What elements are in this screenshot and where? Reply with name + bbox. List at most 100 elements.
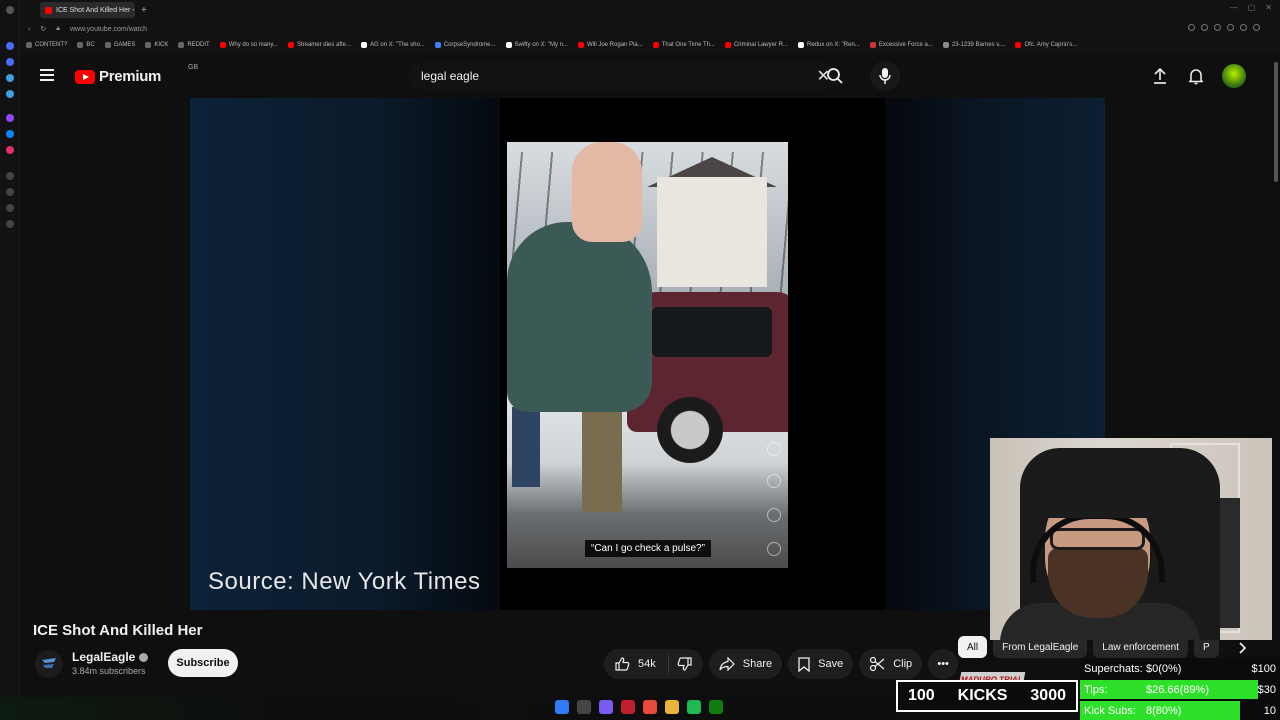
sidebar-app-icon[interactable] [6, 58, 14, 66]
streamer-webcam [990, 438, 1272, 640]
like-count[interactable]: 54k [638, 658, 656, 670]
chips-next-button[interactable] [1232, 638, 1252, 658]
extension-icon[interactable] [1201, 24, 1208, 31]
file-explorer-icon[interactable] [665, 700, 679, 714]
video-caption: “Can I go check a pulse?” [585, 540, 711, 557]
bookmark-item[interactable]: Why do so many... [219, 42, 278, 48]
bookmark-item[interactable]: KICK [145, 42, 168, 48]
sidebar-app-icon[interactable] [6, 42, 14, 50]
kicks-current: 100 [908, 687, 935, 704]
extension-icon[interactable] [1214, 24, 1221, 31]
xbox-icon[interactable] [709, 700, 723, 714]
chip-all[interactable]: All [958, 636, 988, 658]
youtube-logo[interactable]: Premium GB [75, 64, 198, 85]
donation-goals: Superchats: $0(0%) $100 Tips: $26.66(89%… [1080, 658, 1280, 720]
spotify-icon[interactable] [687, 700, 701, 714]
more-actions-button[interactable]: ••• [928, 649, 959, 679]
tips-goal: Tips: $26.66(89%) $30 [1080, 679, 1280, 700]
dislike-icon[interactable] [677, 656, 693, 672]
embedded-video-clip [507, 142, 788, 568]
video-player[interactable]: “Can I go check a pulse?” Source: New Yo… [190, 98, 1105, 610]
sidebar-app-icon[interactable] [6, 188, 14, 196]
bookmark-item[interactable]: Ofc. Amy Caprio's... [1015, 42, 1077, 48]
source-overlay: Source: New York Times [208, 568, 481, 595]
account-avatar[interactable] [1222, 64, 1246, 88]
bookmark-item[interactable]: Redux on X: "Ren... [797, 42, 860, 48]
video-actions: 54k Share Save Clip ••• [604, 649, 959, 679]
subscribe-button[interactable]: Subscribe [168, 649, 238, 677]
bookmark-item[interactable]: That One Time Th... [652, 42, 715, 48]
share-button[interactable]: Share [708, 649, 783, 679]
bookmark-item[interactable]: CONTENT? [26, 42, 67, 48]
bookmark-item[interactable]: AG on X: "The sho... [361, 42, 425, 48]
search-icon[interactable] [577, 700, 591, 714]
like-dislike-group: 54k [604, 649, 703, 679]
search-input[interactable]: legal eagle ✕ [408, 62, 838, 90]
instagram-icon[interactable] [6, 146, 14, 154]
upload-icon[interactable] [1150, 66, 1170, 86]
expand-icon [767, 442, 781, 456]
logo-text: Premium [99, 68, 162, 85]
sidebar-app-icon[interactable] [6, 90, 14, 98]
opera-gx-icon[interactable] [621, 700, 635, 714]
volume-icon [767, 474, 781, 488]
bookmark-item[interactable]: REDDIT [178, 42, 210, 48]
bookmark-item[interactable]: BC [77, 42, 95, 48]
notifications-bell-icon[interactable] [1186, 66, 1206, 86]
lock-icon: 🔒︎ [56, 25, 60, 32]
search-button[interactable] [820, 64, 850, 88]
start-icon[interactable] [555, 700, 569, 714]
tips-value: $26.66(89%) [1146, 683, 1209, 696]
clip-button[interactable]: Clip [859, 649, 923, 679]
close-window-icon[interactable]: ✕ [1265, 3, 1272, 12]
bookmark-item[interactable]: Swifty on X: "My n... [505, 42, 568, 48]
channel-avatar[interactable] [35, 650, 63, 678]
back-icon[interactable]: ‹ [28, 26, 30, 33]
chrome-icon[interactable] [643, 700, 657, 714]
minimize-icon[interactable]: — [1230, 3, 1238, 12]
new-tab-button[interactable]: + [141, 5, 147, 16]
voice-search-button[interactable] [870, 61, 900, 91]
twitch-icon[interactable] [6, 114, 14, 122]
messenger-icon[interactable] [6, 130, 14, 138]
superchats-value: $0(0%) [1146, 662, 1182, 675]
bookmark-item[interactable]: Streamer dies afte... [287, 42, 351, 48]
more-icon: ••• [937, 658, 949, 670]
captions-icon [767, 542, 781, 556]
bookmark-icon [798, 656, 810, 672]
menu-icon[interactable] [40, 69, 54, 81]
maximize-icon[interactable]: ▢ [1248, 3, 1256, 12]
tab-title: ICE Shot And Killed Her - [56, 6, 135, 14]
extension-icon[interactable] [1253, 24, 1260, 31]
channel-name[interactable]: LegalEagle [72, 650, 149, 664]
extension-icon[interactable] [1240, 24, 1247, 31]
bookmark-item[interactable]: Excessive Force a... [869, 42, 933, 48]
page-scrollbar[interactable] [1274, 62, 1278, 182]
sidebar-app-icon[interactable] [6, 220, 14, 228]
scissors-icon [870, 656, 885, 672]
sidebar-app-icon[interactable] [6, 204, 14, 212]
bookmark-item[interactable]: CorpseSyndrome... [434, 42, 496, 48]
browser-menu-icon[interactable] [6, 6, 14, 14]
region-code: GB [188, 64, 199, 71]
extension-icon[interactable] [1188, 24, 1195, 31]
url-field[interactable]: www.youtube.com/watch [70, 26, 147, 33]
browser-tab[interactable]: ICE Shot And Killed Her - [40, 2, 135, 18]
tab-bar: ICE Shot And Killed Her - + — ▢ ✕ [20, 0, 1280, 20]
taskbar-icons [555, 700, 723, 714]
discord-icon[interactable] [599, 700, 613, 714]
extension-icon[interactable] [1227, 24, 1234, 31]
superchats-label: Superchats: [1084, 662, 1143, 675]
reload-icon[interactable]: ↻ [40, 25, 46, 33]
like-icon[interactable] [614, 656, 630, 672]
bookmark-item[interactable]: Will Joe Rogan Pla... [578, 42, 643, 48]
tips-label: Tips: [1084, 683, 1108, 696]
superchats-target: $100 [1251, 662, 1276, 675]
bookmark-item[interactable]: GAMES [104, 42, 135, 48]
save-button[interactable]: Save [788, 649, 854, 679]
sidebar-app-icon[interactable] [6, 172, 14, 180]
bookmark-item[interactable]: Criminal Lawyer R... [724, 42, 788, 48]
bookmark-item[interactable]: 23-1239 Barnes v.... [942, 42, 1005, 48]
kicks-goal: 3000 [1030, 687, 1066, 704]
sidebar-app-icon[interactable] [6, 74, 14, 82]
